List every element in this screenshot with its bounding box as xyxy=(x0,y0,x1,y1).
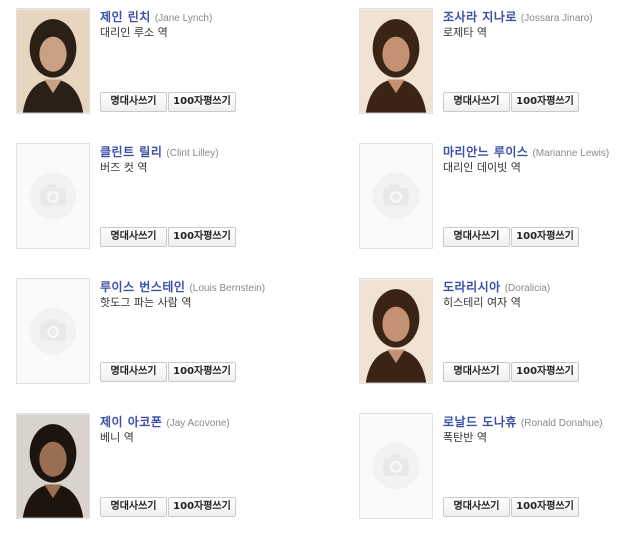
camera-placeholder-icon[interactable] xyxy=(359,413,433,519)
actor-name-en: (Ronald Donahue) xyxy=(520,418,603,429)
camera-placeholder-icon[interactable] xyxy=(16,278,90,384)
cast-info: 마리안느 루이스 (Marianne Lewis) 대리인 데이빗 역 xyxy=(443,143,630,175)
write-review-button[interactable]: 100자평쓰기 xyxy=(168,227,236,247)
cast-info: 도라리시아 (Doralicia) 히스테리 여자 역 xyxy=(443,278,630,310)
cast-card: 제인 린치 (Jane Lynch) 대리인 루소 역명대사쓰기 100자평쓰기 xyxy=(16,8,306,128)
actor-name-ko[interactable]: 클린트 릴리 xyxy=(100,145,162,159)
action-buttons: 명대사쓰기 100자평쓰기 xyxy=(443,92,580,112)
action-buttons: 명대사쓰기 100자평쓰기 xyxy=(443,497,580,517)
actor-name-ko[interactable]: 제이 아코폰 xyxy=(100,415,162,429)
cast-card: 클린트 릴리 (Clint Lilley) 버즈 컷 역명대사쓰기 100자평쓰기 xyxy=(16,143,306,263)
role-text: 베니 역 xyxy=(100,431,134,444)
write-quote-button[interactable]: 명대사쓰기 xyxy=(443,227,510,247)
role-text: 대리인 루소 역 xyxy=(100,26,168,39)
role-text: 히스테리 여자 역 xyxy=(443,296,521,309)
camera-placeholder-icon[interactable] xyxy=(16,143,90,249)
role-text: 폭탄반 역 xyxy=(443,431,487,444)
write-review-button[interactable]: 100자평쓰기 xyxy=(511,362,579,382)
actor-name-en: (Marianne Lewis) xyxy=(532,148,610,159)
actor-name-ko[interactable]: 로날드 도나휴 xyxy=(443,415,517,429)
write-review-button[interactable]: 100자평쓰기 xyxy=(168,92,236,112)
actor-name-en: (Clint Lilley) xyxy=(166,148,219,159)
actor-photo[interactable] xyxy=(359,278,433,384)
write-review-button[interactable]: 100자평쓰기 xyxy=(511,497,579,517)
cast-card: 조사라 지나로 (Jossara Jinaro) 로제타 역명대사쓰기 100자평쓰기 xyxy=(359,8,630,128)
action-buttons: 명대사쓰기 100자평쓰기 xyxy=(443,227,580,247)
write-quote-button[interactable]: 명대사쓰기 xyxy=(443,92,510,112)
actor-name-ko[interactable]: 제인 린치 xyxy=(100,10,151,24)
cast-card: 제이 아코폰 (Jay Acovone) 베니 역명대사쓰기 100자평쓰기 xyxy=(16,413,306,533)
write-review-button[interactable]: 100자평쓰기 xyxy=(168,497,236,517)
action-buttons: 명대사쓰기 100자평쓰기 xyxy=(100,362,237,382)
action-buttons: 명대사쓰기 100자평쓰기 xyxy=(443,362,580,382)
name-line: 제이 아코폰 (Jay Acovone) xyxy=(100,413,310,429)
cast-info: 루이스 번스테인 (Louis Bernstein) 핫도그 파는 사람 역 xyxy=(100,278,310,310)
write-quote-button[interactable]: 명대사쓰기 xyxy=(100,227,167,247)
name-line: 루이스 번스테인 (Louis Bernstein) xyxy=(100,278,310,294)
write-quote-button[interactable]: 명대사쓰기 xyxy=(443,362,510,382)
cast-card: 로날드 도나휴 (Ronald Donahue) 폭탄반 역명대사쓰기 100자평쓰기 xyxy=(359,413,630,533)
actor-name-en: (Louis Bernstein) xyxy=(189,283,266,294)
cast-info: 클린트 릴리 (Clint Lilley) 버즈 컷 역 xyxy=(100,143,310,175)
actor-name-en: (Jossara Jinaro) xyxy=(520,13,593,24)
name-line: 도라리시아 (Doralicia) xyxy=(443,278,630,294)
actor-name-en: (Jane Lynch) xyxy=(154,13,213,24)
cast-card: 마리안느 루이스 (Marianne Lewis) 대리인 데이빗 역명대사쓰기 10… xyxy=(359,143,630,263)
cast-card: 루이스 번스테인 (Louis Bernstein) 핫도그 파는 사람 역명대사쓰… xyxy=(16,278,306,398)
cast-info: 제인 린치 (Jane Lynch) 대리인 루소 역 xyxy=(100,8,310,40)
action-buttons: 명대사쓰기 100자평쓰기 xyxy=(100,227,237,247)
name-line: 마리안느 루이스 (Marianne Lewis) xyxy=(443,143,630,159)
role-text: 대리인 데이빗 역 xyxy=(443,161,521,174)
write-quote-button[interactable]: 명대사쓰기 xyxy=(443,497,510,517)
name-line: 로날드 도나휴 (Ronald Donahue) xyxy=(443,413,630,429)
cast-info: 조사라 지나로 (Jossara Jinaro) 로제타 역 xyxy=(443,8,630,40)
cast-card: 도라리시아 (Doralicia) 히스테리 여자 역명대사쓰기 100자평쓰기 xyxy=(359,278,630,398)
write-quote-button[interactable]: 명대사쓰기 xyxy=(100,497,167,517)
cast-grid: 제인 린치 (Jane Lynch) 대리인 루소 역 명대사쓰기 100자평쓰기 조사라… xyxy=(0,0,630,528)
action-buttons: 명대사쓰기 100자평쓰기 xyxy=(100,92,237,112)
cast-info: 제이 아코폰 (Jay Acovone) 베니 역 xyxy=(100,413,310,445)
write-quote-button[interactable]: 명대사쓰기 xyxy=(100,362,167,382)
name-line: 클린트 릴리 (Clint Lilley) xyxy=(100,143,310,159)
actor-name-ko[interactable]: 도라리시아 xyxy=(443,280,501,294)
role-text: 핫도그 파는 사람 역 xyxy=(100,296,192,309)
role-text: 로제타 역 xyxy=(443,26,487,39)
name-line: 조사라 지나로 (Jossara Jinaro) xyxy=(443,8,630,24)
write-review-button[interactable]: 100자평쓰기 xyxy=(511,92,579,112)
actor-name-ko[interactable]: 루이스 번스테인 xyxy=(100,280,185,294)
actor-photo[interactable] xyxy=(16,8,90,114)
actor-name-en: (Jay Acovone) xyxy=(166,418,230,429)
role-text: 버즈 컷 역 xyxy=(100,161,148,174)
camera-placeholder-icon[interactable] xyxy=(359,143,433,249)
actor-name-ko[interactable]: 마리안느 루이스 xyxy=(443,145,528,159)
actor-photo[interactable] xyxy=(16,413,90,519)
write-quote-button[interactable]: 명대사쓰기 xyxy=(100,92,167,112)
actor-name-en: (Doralicia) xyxy=(504,283,551,294)
actor-photo[interactable] xyxy=(359,8,433,114)
write-review-button[interactable]: 100자평쓰기 xyxy=(511,227,579,247)
write-review-button[interactable]: 100자평쓰기 xyxy=(168,362,236,382)
action-buttons: 명대사쓰기 100자평쓰기 xyxy=(100,497,237,517)
cast-info: 로날드 도나휴 (Ronald Donahue) 폭탄반 역 xyxy=(443,413,630,445)
actor-name-ko[interactable]: 조사라 지나로 xyxy=(443,10,517,24)
name-line: 제인 린치 (Jane Lynch) xyxy=(100,8,310,24)
